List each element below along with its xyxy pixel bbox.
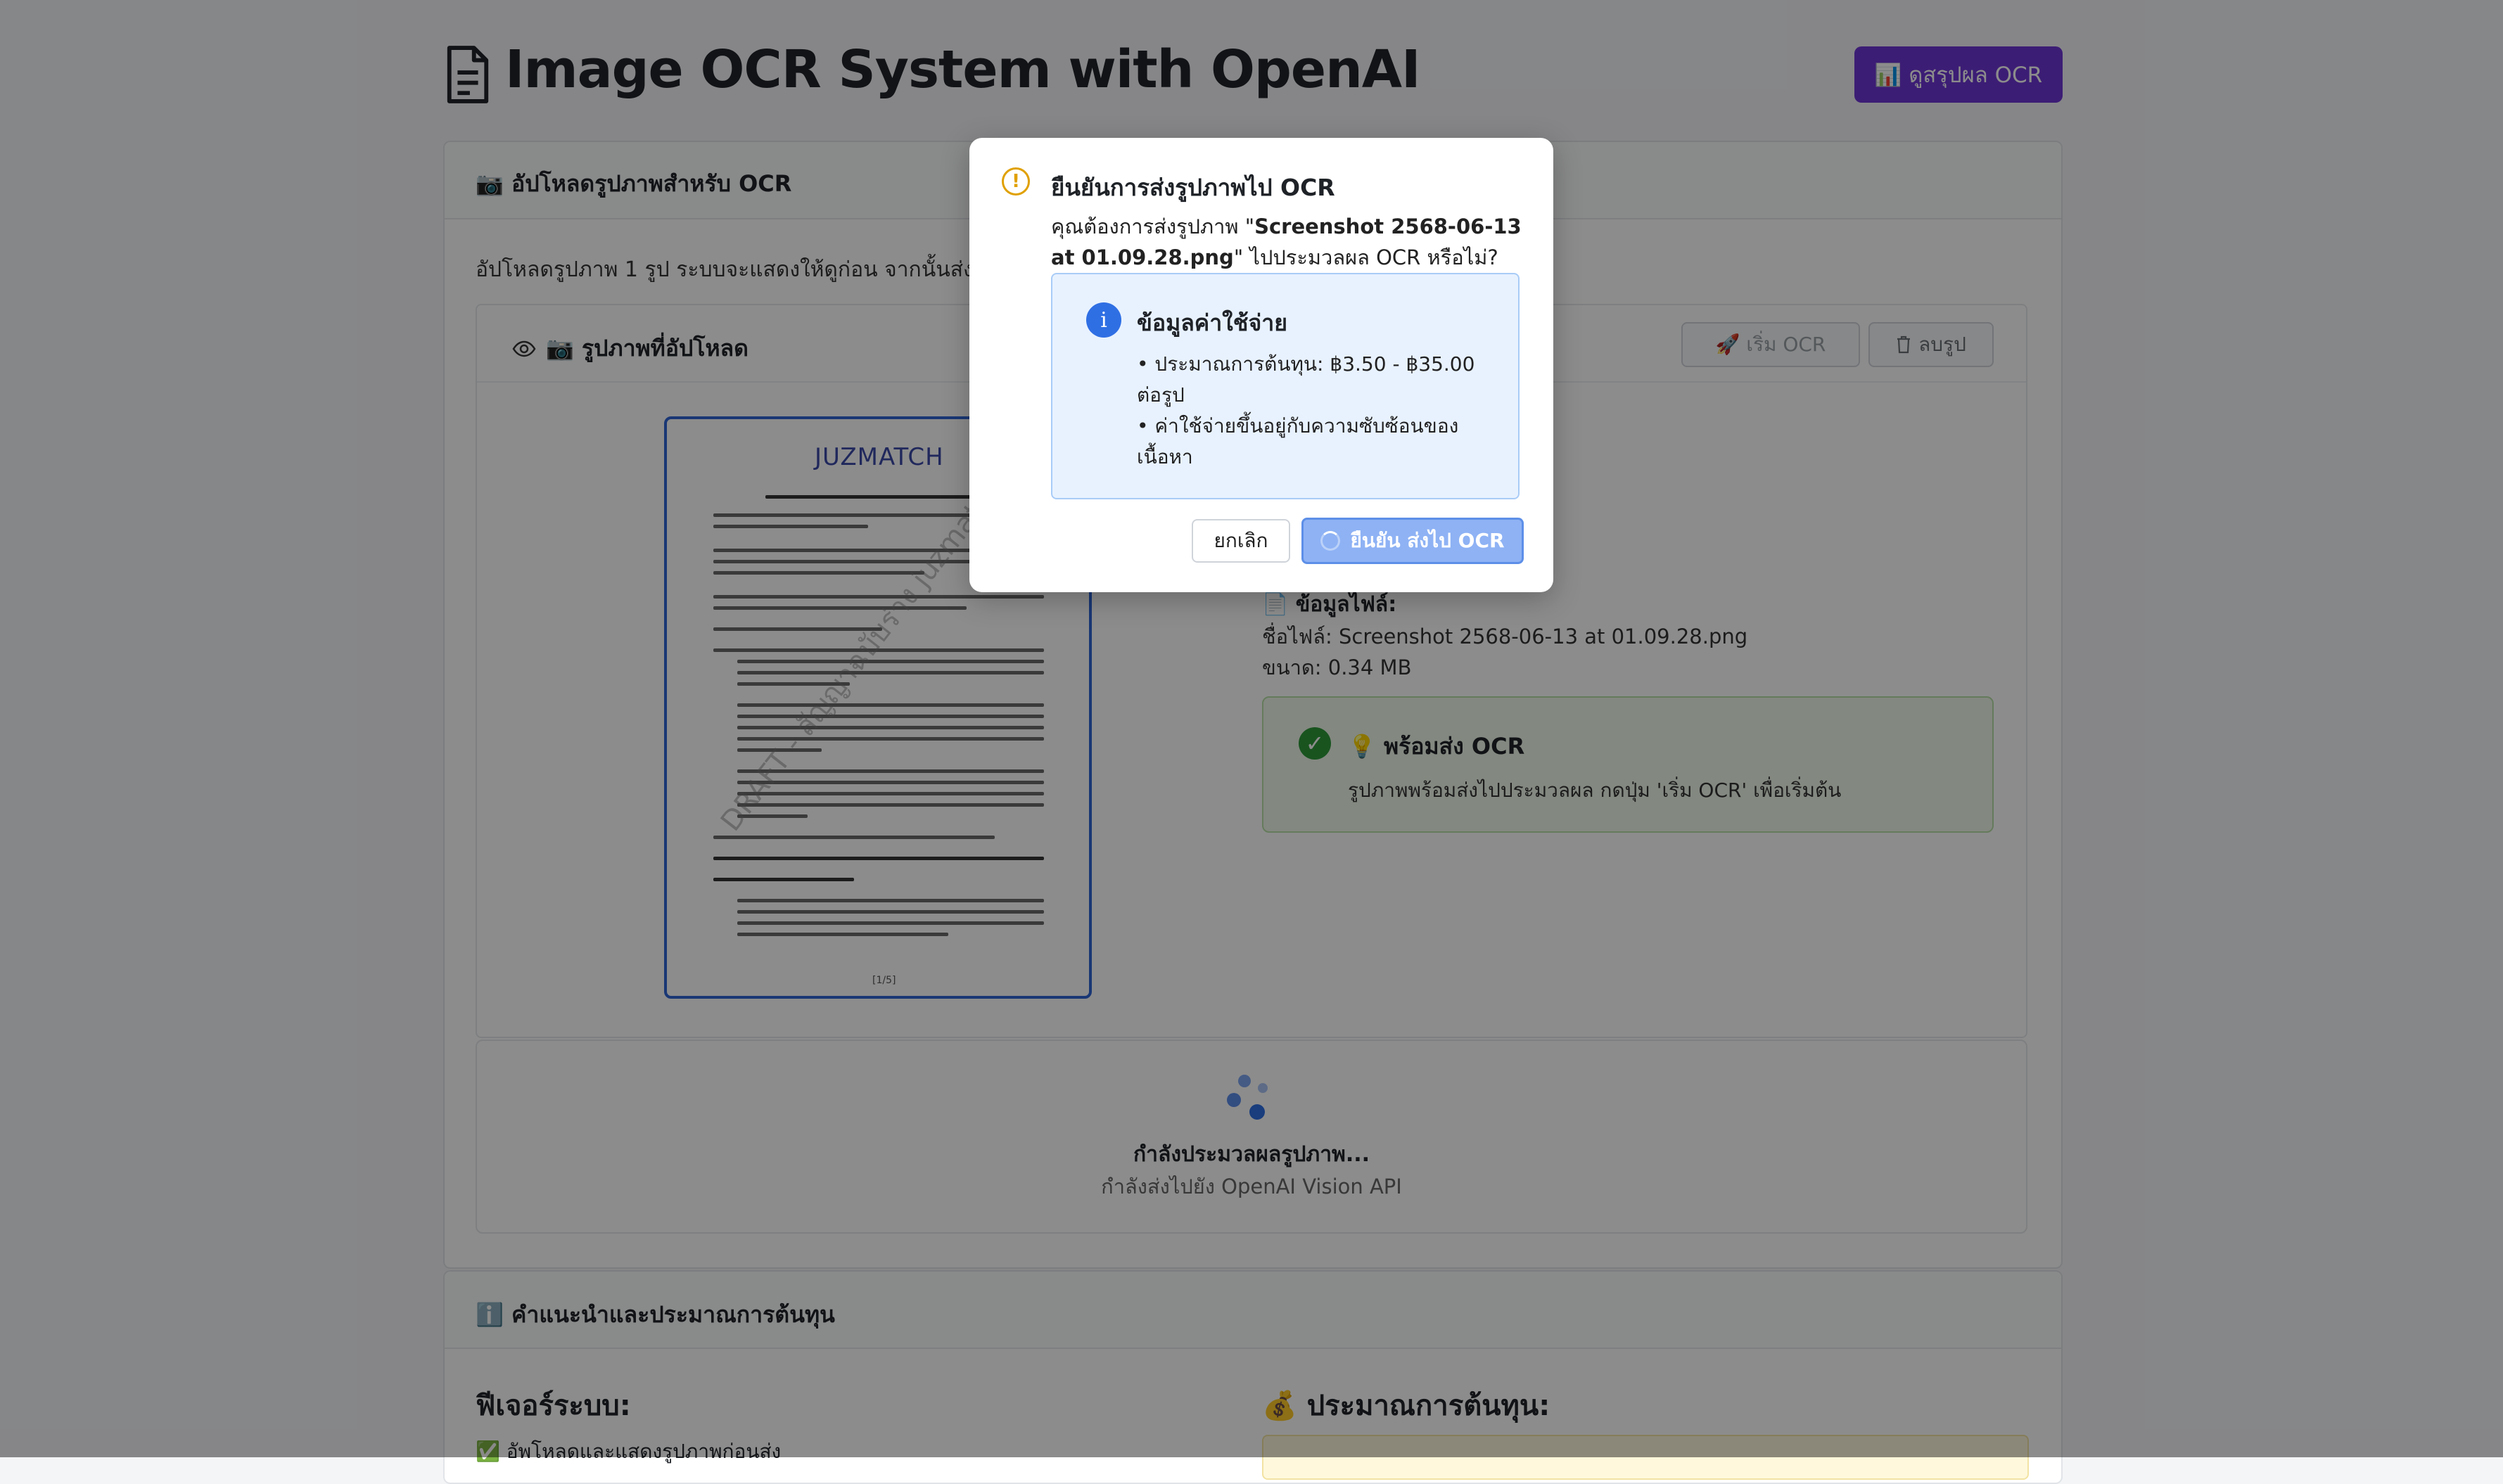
dialog-title: ยืนยันการส่งรูปภาพไป OCR	[1051, 174, 1335, 201]
confirm-send-ocr-label: ยืนยัน ส่งไป OCR	[1350, 529, 1505, 552]
cost-info-line-1: • ประมาณการต้นทุน: ฿3.50 - ฿35.00 ต่อรูป	[1137, 352, 1475, 407]
warning-icon: !	[1002, 167, 1030, 196]
ocr-page: Image OCR System with OpenAI 📊 ดูสรุปผล …	[0, 0, 2503, 1484]
cost-info-line-2: • ค่าใช้จ่ายขึ้นอยู่กับความซับซ้อนของเนื…	[1137, 414, 1459, 468]
info-icon: i	[1086, 302, 1121, 338]
cancel-button[interactable]: ยกเลิก	[1192, 519, 1290, 563]
confirm-ocr-dialog: ! ยืนยันการส่งรูปภาพไป OCR คุณต้องการส่ง…	[969, 138, 1553, 592]
cost-info-box: i ข้อมูลค่าใช้จ่าย • ประมาณการต้นทุน: ฿3…	[1051, 273, 1520, 499]
button-spinner-icon	[1320, 531, 1341, 551]
dialog-message: คุณต้องการส่งรูปภาพ "Screenshot 2568-06-…	[1051, 215, 1522, 269]
cost-info-title: ข้อมูลค่าใช้จ่าย	[1137, 309, 1287, 336]
confirm-send-ocr-button[interactable]: ยืนยัน ส่งไป OCR	[1301, 518, 1524, 564]
